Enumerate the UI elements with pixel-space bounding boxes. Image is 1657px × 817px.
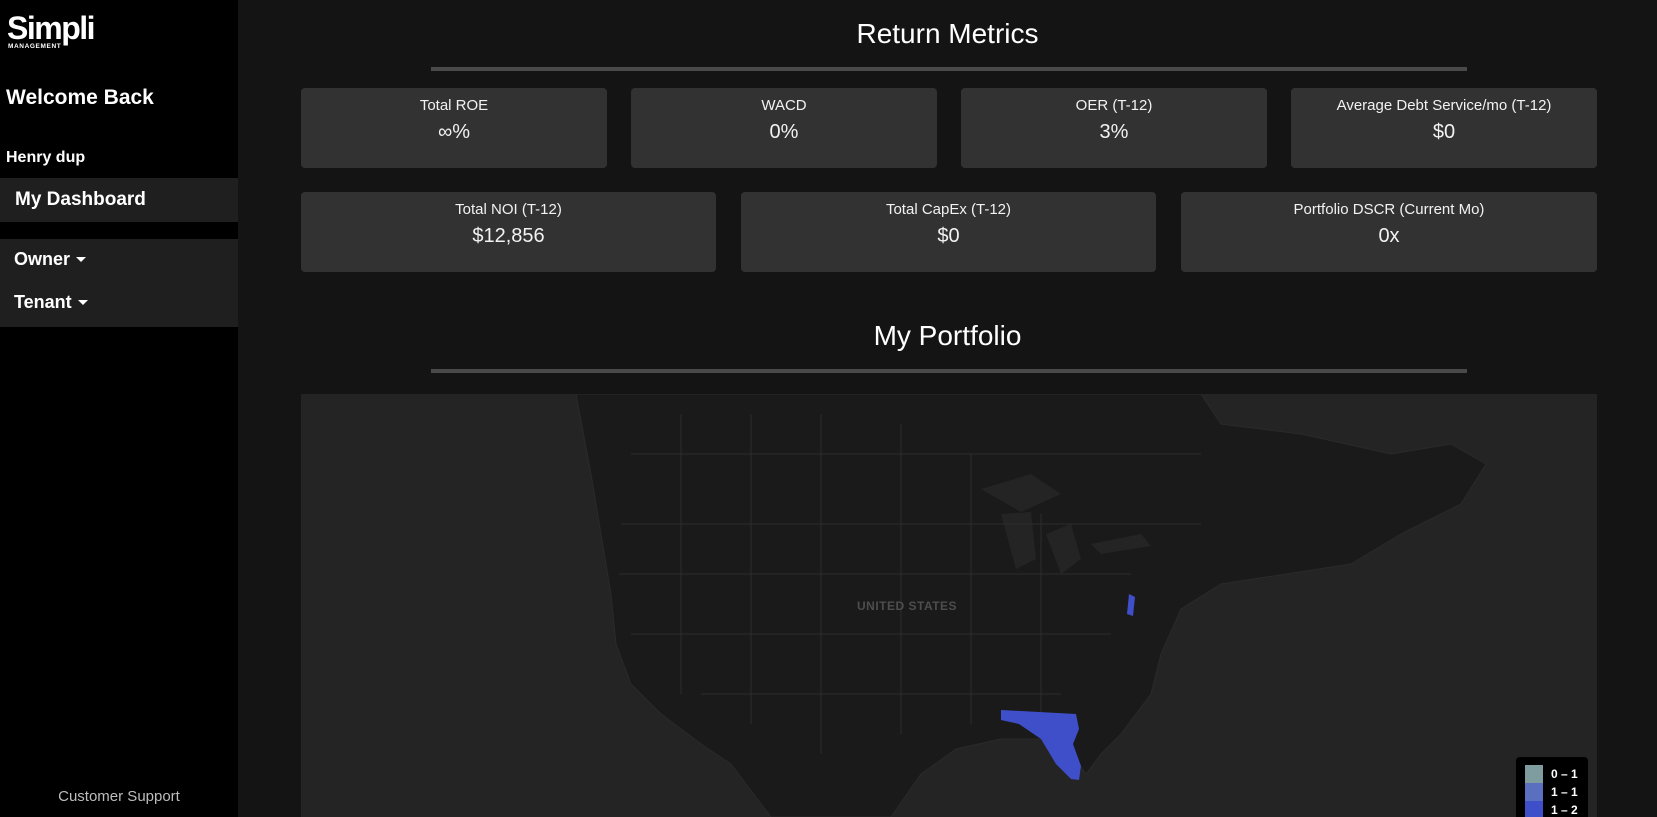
nav-group: Owner Tenant (0, 239, 238, 327)
logo-text: Simpli (7, 10, 96, 46)
metric-card-avg-debt-service: Average Debt Service/mo (T-12) $0 (1291, 88, 1597, 168)
caret-down-icon (76, 257, 87, 262)
metric-label: WACD (761, 97, 807, 114)
section-divider (431, 67, 1467, 71)
metric-value: ∞% (437, 121, 471, 143)
metric-card-total-roe: Total ROE ∞% (301, 88, 607, 168)
map-legend: 0 – 1 1 – 1 1 – 2 (1516, 757, 1588, 817)
nav-owner-label: Owner (14, 249, 71, 269)
legend-item: 0 – 1 (1525, 765, 1578, 783)
metric-card-oer: OER (T-12) 3% (961, 88, 1267, 168)
metric-value: 3% (1099, 121, 1129, 143)
metric-label: Total ROE (419, 97, 489, 114)
metric-label: OER (T-12) (1075, 97, 1153, 114)
metric-card-total-capex: Total CapEx (T-12) $0 (741, 192, 1156, 272)
metric-value: $0 (1432, 121, 1456, 143)
legend-label: 1 – 2 (1551, 803, 1578, 817)
sidebar: Simpli MANAGEMENT Welcome Back Henry dup… (0, 0, 238, 817)
map-country-label: UNITED STATES (857, 599, 958, 613)
logo[interactable]: Simpli MANAGEMENT (7, 8, 112, 52)
metric-card-wacd: WACD 0% (631, 88, 937, 168)
legend-item: 1 – 1 (1525, 783, 1578, 801)
nav-owner-dropdown[interactable]: Owner (14, 249, 87, 270)
welcome-heading: Welcome Back (6, 86, 154, 109)
legend-swatch (1525, 765, 1543, 783)
customer-support-link[interactable]: Customer Support (0, 788, 238, 805)
metric-value: 0x (1378, 225, 1400, 247)
main-content: Return Metrics Total ROE ∞% WACD 0% OER … (238, 0, 1657, 817)
legend-swatch (1525, 801, 1543, 817)
portfolio-map[interactable]: UNITED STATES 0 – 1 1 – 1 1 – 2 (301, 394, 1597, 817)
metric-label: Total NOI (T-12) (455, 201, 562, 218)
user-name: Henry dup (6, 149, 86, 166)
legend-label: 1 – 1 (1551, 785, 1578, 799)
north-america-landmass (575, 394, 1487, 817)
caret-down-icon (77, 300, 88, 305)
metric-label: Average Debt Service/mo (T-12) (1336, 97, 1552, 114)
metric-value: $0 (937, 225, 960, 247)
logo-subtext: MANAGEMENT (8, 43, 62, 50)
my-portfolio-title: My Portfolio (873, 320, 1022, 351)
nav-tenant-label: Tenant (14, 292, 72, 312)
metric-label: Portfolio DSCR (Current Mo) (1293, 201, 1485, 218)
metric-value: 0% (769, 121, 799, 143)
nav-my-dashboard[interactable]: My Dashboard (0, 178, 238, 222)
metric-label: Total CapEx (T-12) (885, 201, 1012, 218)
return-metrics-title: Return Metrics (856, 18, 1039, 49)
section-divider (431, 369, 1467, 373)
legend-label: 0 – 1 (1551, 767, 1578, 781)
legend-item: 1 – 2 (1525, 801, 1578, 817)
metric-value: $12,856 (472, 225, 545, 247)
nav-tenant-dropdown[interactable]: Tenant (14, 292, 88, 313)
metric-card-portfolio-dscr: Portfolio DSCR (Current Mo) 0x (1181, 192, 1597, 272)
legend-swatch (1525, 783, 1543, 801)
metric-card-total-noi: Total NOI (T-12) $12,856 (301, 192, 716, 272)
florida-highlight (1001, 710, 1081, 780)
